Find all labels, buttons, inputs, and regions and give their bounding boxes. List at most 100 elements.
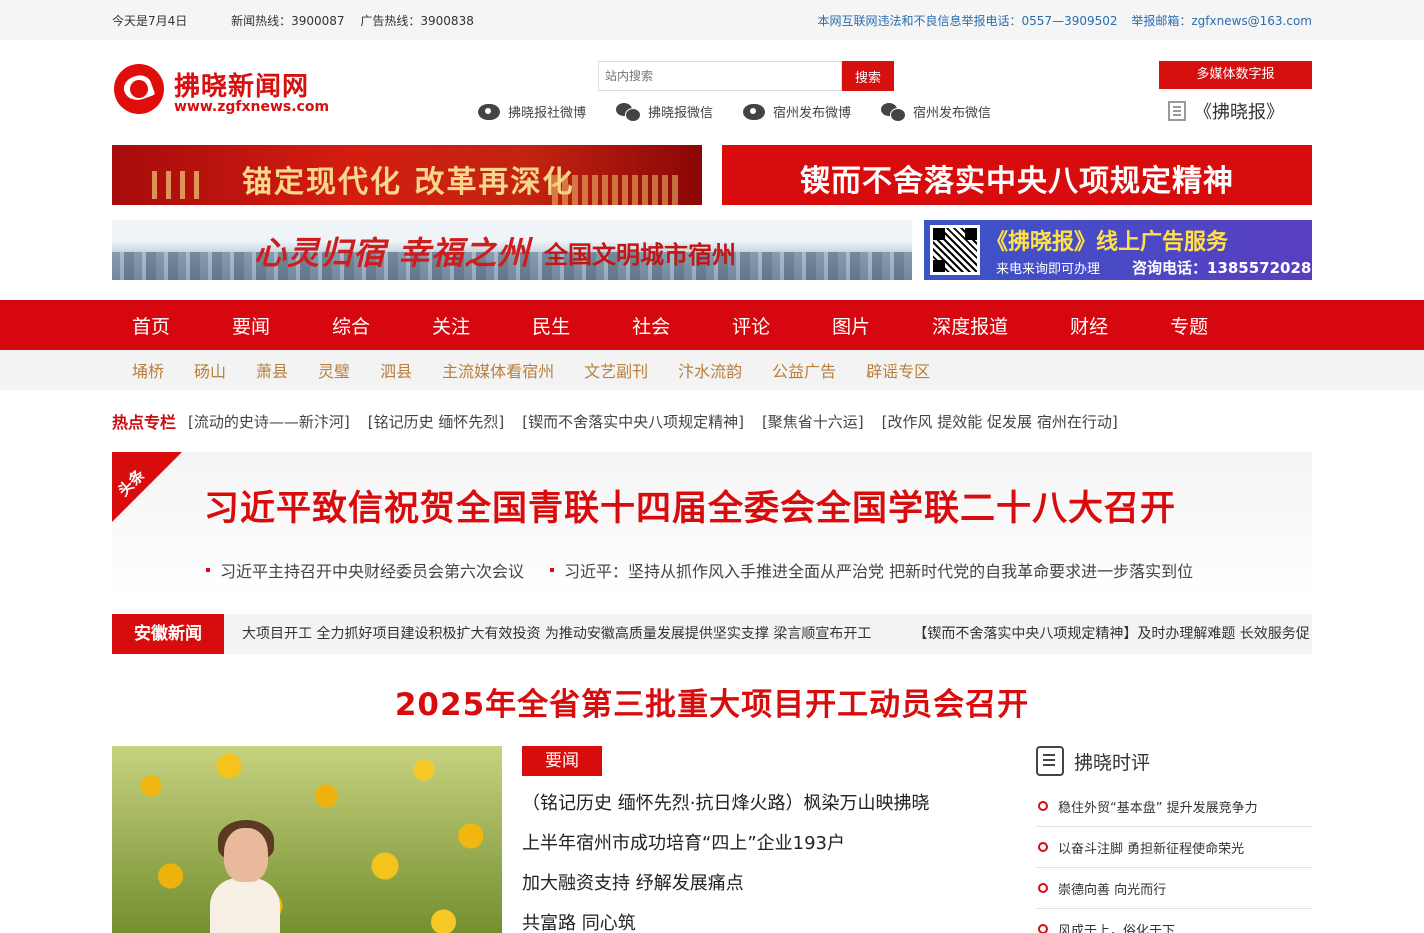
newspaper-icon: [1168, 101, 1186, 121]
social-links: 拂晓报社微博 拂晓报微信 宿州发布微博 宿州发布微信: [478, 102, 1021, 122]
news-hotline: 新闻热线：3900087: [231, 13, 345, 28]
social-link-szfb-wechat[interactable]: 宿州发布微信: [881, 102, 992, 122]
social-link-fxb-weibo[interactable]: 拂晓报社微博: [478, 102, 586, 121]
commentary-item[interactable]: 以奋斗注脚 勇担新征程使命荣光: [1036, 827, 1312, 868]
logo-title: 拂晓新闻网: [174, 72, 310, 102]
commentary-item[interactable]: 崇德向善 向光而行: [1036, 868, 1312, 909]
hot-topics-label: 热点专栏: [112, 413, 177, 432]
wechat-icon: [616, 102, 642, 122]
headline-block: 头条 习近平致信祝贺全国青联十四届全委会全国学联二十八大召开 习近平主持召开中央…: [112, 452, 1312, 597]
ad-hotline: 广告热线：3900838: [360, 13, 474, 28]
sub-nav: 埇桥 砀山 萧县 灵璧 泗县 主流媒体看宿州 文艺副刊 汴水流韵 公益广告 辟谣…: [0, 350, 1424, 390]
banner-title: 《拂晓报》线上广告服务: [986, 230, 1229, 255]
banner-text: 全国文明城市宿州: [544, 241, 736, 269]
subnav-item[interactable]: 萧县: [256, 358, 288, 382]
banner-figures: [152, 171, 202, 199]
subnav-item[interactable]: 辟谣专区: [866, 358, 930, 382]
featured-photo[interactable]: [112, 746, 502, 933]
commentary-title[interactable]: 拂晓时评: [1074, 748, 1150, 775]
hot-topic-link[interactable]: [铭记历史 缅怀先烈]: [368, 411, 504, 432]
banner-slogan: 心灵归宿 幸福之州: [254, 234, 531, 272]
commentary-item[interactable]: 风成于上，俗化于下: [1036, 909, 1312, 933]
social-link-label: 宿州发布微博: [773, 106, 852, 121]
ticker-item[interactable]: 【锲而不舍落实中央八项规定精神】及时办理解难题 长效服务促: [913, 626, 1309, 642]
subnav-item[interactable]: 主流媒体看宿州: [442, 358, 554, 382]
report-email[interactable]: 举报邮箱：zgfxnews@163.com: [1131, 14, 1312, 28]
banner-text: 锲而不舍落实中央八项规定精神: [800, 164, 1234, 199]
social-link-szfb-weibo[interactable]: 宿州发布微博: [743, 102, 851, 121]
subnav-item[interactable]: 泗县: [380, 358, 412, 382]
commentary-item[interactable]: 稳住外贸“基本盘” 提升发展竞争力: [1036, 786, 1312, 827]
weibo-icon: [478, 103, 500, 120]
subnav-item[interactable]: 砀山: [194, 358, 226, 382]
yaowen-item[interactable]: 上半年宿州市成功培育“四上”企业193户: [522, 832, 992, 872]
logo-url: www.zgfxnews.com: [174, 99, 330, 115]
weibo-icon: [743, 103, 766, 120]
hot-topic-link[interactable]: [锲而不舍落实中央八项规定精神]: [522, 411, 744, 432]
headline-sub-link[interactable]: 习近平：坚持从抓作风入手推进全面从严治党 把新时代党的自我革命要求进一步落实到位: [550, 558, 1193, 582]
photo-person-body: [210, 878, 280, 933]
wechat-icon: [881, 102, 907, 122]
date-text: 今天是7月4日: [112, 13, 188, 28]
newspaper-label: 《拂晓报》: [1194, 102, 1284, 123]
nav-item-home[interactable]: 首页: [132, 312, 170, 339]
search-input[interactable]: [598, 61, 842, 91]
subnav-item[interactable]: 汴水流韵: [678, 358, 742, 382]
ticker-item[interactable]: 大项目开工 全力抓好项目建设积极扩大有效投资 为推动安徽高质量发展提供坚实支撑 …: [242, 626, 871, 642]
hot-topic-link[interactable]: [聚焦省十六运]: [762, 411, 864, 432]
social-link-label: 拂晓报社微博: [508, 106, 587, 121]
main-nav: 首页 要闻 综合 关注 民生 社会 评论 图片 深度报道 财经 专题: [0, 300, 1424, 350]
site-search: 搜索: [598, 61, 894, 91]
commentary-section: 拂晓时评 稳住外贸“基本盘” 提升发展竞争力 以奋斗注脚 勇担新征程使命荣光 崇…: [1036, 746, 1312, 933]
yaowen-tag[interactable]: 要闻: [522, 746, 602, 776]
nav-item-comment[interactable]: 评论: [732, 312, 770, 339]
nav-item-special[interactable]: 专题: [1170, 312, 1208, 339]
subnav-item[interactable]: 灵璧: [318, 358, 350, 382]
nav-item-focus[interactable]: 关注: [432, 312, 470, 339]
hot-topic-link[interactable]: [流动的史诗——新汴河]: [188, 411, 350, 432]
banner-eight-rules[interactable]: 锲而不舍落实中央八项规定精神: [722, 145, 1312, 205]
headline-sub-link[interactable]: 习近平主持召开中央财经委员会第六次会议: [206, 558, 524, 582]
banner-sub: 来电来询即可办理: [996, 262, 1101, 277]
banner-ad-service[interactable]: 《拂晓报》线上广告服务 来电来询即可办理 咨询电话：13855720281: [924, 220, 1322, 280]
banner-skyline: [552, 175, 682, 205]
ticker-label[interactable]: 安徽新闻: [112, 614, 224, 654]
subnav-item[interactable]: 公益广告: [772, 358, 836, 382]
qr-code-icon: [930, 225, 980, 275]
banner-civilized-city[interactable]: 心灵归宿 幸福之州 全国文明城市宿州: [112, 220, 912, 280]
banner-modernization[interactable]: 锚定现代化 改革再深化: [112, 145, 702, 205]
hot-topic-link[interactable]: [改作风 提效能 促发展 宿州在行动]: [882, 411, 1118, 432]
report-phone: 本网互联网违法和不良信息举报电话：0557—3909502: [817, 13, 1118, 28]
site-header: 拂晓新闻网 www.zgfxnews.com 搜索 拂晓报社微博 拂晓报微信 宿…: [112, 40, 1312, 135]
social-link-label: 拂晓报微信: [648, 106, 714, 121]
headline-title[interactable]: 习近平致信祝贺全国青联十四届全委会全国学联二十八大召开: [204, 480, 1176, 531]
yaowen-item[interactable]: （铭记历史 缅怀先烈·抗日烽火路）枫染万山映拂晓: [522, 792, 992, 832]
nav-item-general[interactable]: 综合: [332, 312, 370, 339]
nav-item-photos[interactable]: 图片: [832, 312, 870, 339]
digital-newspaper-button[interactable]: 多媒体数字报: [1159, 61, 1312, 89]
banner-phone: 咨询电话：13855720281: [1132, 259, 1322, 277]
social-link-label: 宿州发布微信: [913, 106, 992, 121]
logo-rooster-icon: [114, 64, 164, 114]
nav-item-finance[interactable]: 财经: [1070, 312, 1108, 339]
nav-item-news[interactable]: 要闻: [232, 312, 270, 339]
featured-title[interactable]: 2025年全省第三批重大项目开工动员会召开: [112, 679, 1312, 724]
hot-topics: 热点专栏 [流动的史诗——新汴河] [铭记历史 缅怀先烈] [锲而不舍落实中央八…: [112, 390, 1312, 452]
newspaper-link[interactable]: 《拂晓报》: [1168, 98, 1284, 124]
subnav-item[interactable]: 埇桥: [132, 358, 164, 382]
yaowen-item[interactable]: 加大融资支持 纾解发展痛点: [522, 872, 992, 912]
yaowen-item[interactable]: 共富路 同心筑: [522, 912, 992, 933]
commentary-icon: [1036, 746, 1064, 776]
yaowen-section: 要闻 （铭记历史 缅怀先烈·抗日烽火路）枫染万山映拂晓 上半年宿州市成功培育“四…: [522, 746, 992, 933]
subnav-item[interactable]: 文艺副刊: [584, 358, 648, 382]
site-logo[interactable]: 拂晓新闻网 www.zgfxnews.com: [112, 64, 330, 119]
top-bar: 今天是7月4日 新闻热线：3900087 广告热线：3900838 本网互联网违…: [0, 0, 1424, 40]
anhui-news-ticker: 安徽新闻 大项目开工 全力抓好项目建设积极扩大有效投资 为推动安徽高质量发展提供…: [112, 614, 1312, 654]
social-link-fxb-wechat[interactable]: 拂晓报微信: [616, 102, 714, 122]
search-button[interactable]: 搜索: [842, 61, 894, 91]
banner-text: 锚定现代化 改革再深化: [242, 165, 575, 200]
nav-item-indepth[interactable]: 深度报道: [932, 312, 1008, 339]
nav-item-society[interactable]: 社会: [632, 312, 670, 339]
photo-person-face: [224, 828, 268, 882]
nav-item-livelihood[interactable]: 民生: [532, 312, 570, 339]
